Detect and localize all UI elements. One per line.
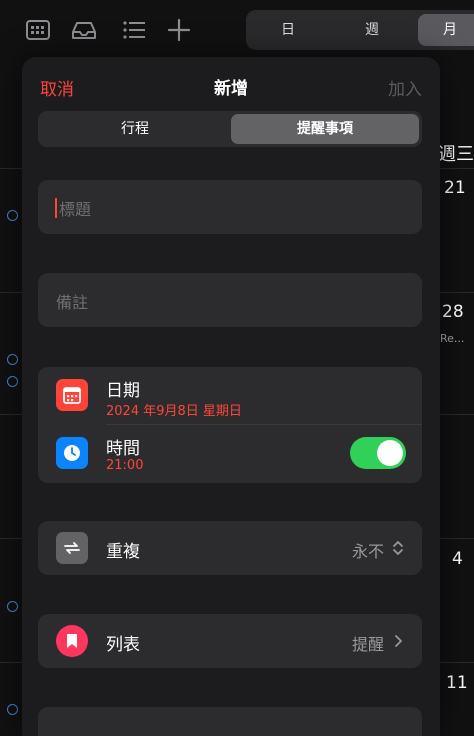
details-card[interactable] — [38, 707, 422, 736]
calendar-icon — [56, 379, 88, 411]
tab-day[interactable]: 日 — [250, 14, 326, 46]
new-reminder-sheet: 取消 新增 加入 行程 提醒事項 標題 備註 日期 2024 年9月8日 星期日… — [22, 57, 440, 736]
title-placeholder: 標題 — [59, 200, 92, 219]
event-label[interactable]: Re... — [440, 332, 464, 345]
date-cell[interactable]: 28 — [442, 302, 464, 322]
list-value: 提醒 — [351, 635, 384, 654]
chevron-up-down-icon — [393, 541, 403, 555]
repeat-icon — [56, 532, 88, 564]
inbox-icon[interactable] — [70, 16, 98, 44]
reminder-circle — [7, 704, 18, 715]
repeat-label: 重複 — [106, 542, 140, 562]
date-label: 日期 — [106, 381, 140, 401]
date-value: 2024 年9月8日 星期日 — [106, 404, 242, 419]
clock-icon — [56, 437, 88, 469]
date-row[interactable]: 日期 2024 年9月8日 星期日 — [38, 367, 422, 423]
sheet-title: 新增 — [214, 79, 248, 99]
date-cell[interactable]: 11 — [446, 673, 468, 693]
title-field[interactable]: 標題 — [38, 180, 422, 234]
reminder-circle — [7, 210, 18, 221]
date-cell[interactable]: 4 — [452, 549, 463, 569]
reminder-circle — [7, 601, 18, 612]
chevron-right-icon — [395, 635, 402, 647]
type-segmented-control: 行程 提醒事項 — [38, 111, 422, 147]
list-label: 列表 — [106, 635, 140, 655]
list-card[interactable]: 列表 提醒 — [38, 614, 422, 668]
reminder-circle — [7, 354, 18, 365]
calendar-grid-icon[interactable] — [24, 16, 52, 44]
segment-reminder[interactable]: 提醒事項 — [231, 114, 419, 144]
text-cursor — [55, 198, 57, 218]
repeat-card[interactable]: 重複 永不 — [38, 521, 422, 575]
segment-event[interactable]: 行程 — [41, 114, 229, 144]
date-cell[interactable]: 21 — [444, 178, 466, 198]
time-label: 時間 — [106, 439, 140, 459]
reminder-circle — [7, 376, 18, 387]
bookmark-icon — [56, 625, 88, 657]
tab-week[interactable]: 週 — [334, 14, 410, 46]
tab-month[interactable]: 月 — [418, 14, 474, 46]
notes-field[interactable]: 備註 — [38, 273, 422, 327]
list-icon[interactable] — [120, 16, 148, 44]
weekday-header: 週三 — [438, 144, 474, 165]
repeat-value: 永不 — [351, 542, 384, 561]
time-row[interactable]: 時間 21:00 — [38, 425, 422, 481]
plus-icon[interactable] — [165, 16, 193, 44]
date-time-card: 日期 2024 年9月8日 星期日 時間 21:00 — [38, 367, 422, 483]
view-segmented-control: 日 週 月 — [246, 10, 474, 50]
time-toggle[interactable] — [350, 437, 406, 469]
time-value: 21:00 — [106, 458, 144, 473]
add-button[interactable]: 加入 — [388, 75, 422, 100]
notes-placeholder: 備註 — [56, 293, 89, 312]
